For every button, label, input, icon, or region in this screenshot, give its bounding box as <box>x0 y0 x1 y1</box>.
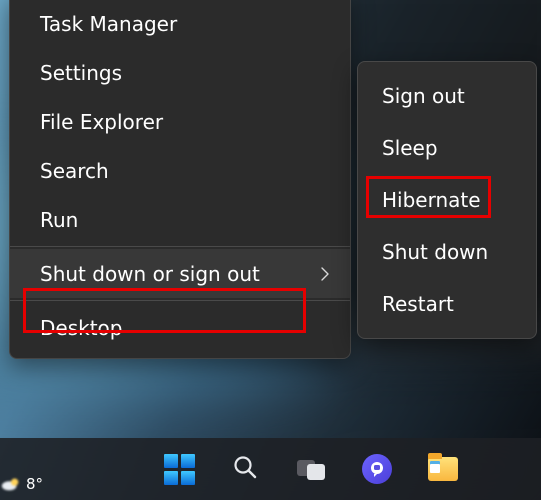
chat-icon <box>362 454 392 484</box>
submenu-item-shut-down[interactable]: Shut down <box>358 226 536 278</box>
menu-separator <box>10 246 350 247</box>
taskbar-search-button[interactable] <box>226 450 264 488</box>
menu-item-label: Restart <box>382 292 454 316</box>
menu-item-label: Search <box>40 159 109 183</box>
menu-item-label: Settings <box>40 61 122 85</box>
menu-item-settings[interactable]: Settings <box>10 48 350 97</box>
menu-item-label: Task Manager <box>40 12 177 36</box>
taskbar-weather[interactable]: 8° <box>0 475 43 493</box>
menu-item-run[interactable]: Run <box>10 195 350 244</box>
weather-icon <box>0 475 22 493</box>
chevron-right-icon <box>320 262 330 286</box>
start-button[interactable] <box>160 450 198 488</box>
menu-separator <box>10 300 350 301</box>
start-icon <box>164 454 195 485</box>
menu-item-label: Desktop <box>40 316 122 340</box>
menu-item-file-explorer[interactable]: File Explorer <box>10 97 350 146</box>
menu-item-label: Hibernate <box>382 188 481 212</box>
submenu-item-sign-out[interactable]: Sign out <box>358 70 536 122</box>
weather-temperature: 8° <box>26 475 43 493</box>
submenu-item-sleep[interactable]: Sleep <box>358 122 536 174</box>
search-icon <box>232 454 258 484</box>
menu-item-shutdown-signout[interactable]: Shut down or sign out <box>10 249 350 298</box>
menu-item-task-manager[interactable]: Task Manager <box>10 0 350 48</box>
file-explorer-icon <box>428 457 458 481</box>
menu-item-label: File Explorer <box>40 110 163 134</box>
menu-item-label: Sign out <box>382 84 465 108</box>
submenu-item-hibernate[interactable]: Hibernate <box>358 174 536 226</box>
winx-context-menu: Task Manager Settings File Explorer Sear… <box>9 0 351 359</box>
taskbar <box>0 438 541 500</box>
task-view-button[interactable] <box>292 450 330 488</box>
menu-item-label: Shut down or sign out <box>40 262 260 286</box>
task-view-icon <box>297 458 325 480</box>
chat-button[interactable] <box>358 450 396 488</box>
menu-item-label: Shut down <box>382 240 488 264</box>
menu-item-search[interactable]: Search <box>10 146 350 195</box>
power-submenu: Sign out Sleep Hibernate Shut down Resta… <box>357 61 537 339</box>
file-explorer-button[interactable] <box>424 450 462 488</box>
menu-item-desktop[interactable]: Desktop <box>10 303 350 352</box>
menu-item-label: Run <box>40 208 78 232</box>
submenu-item-restart[interactable]: Restart <box>358 278 536 330</box>
menu-item-label: Sleep <box>382 136 438 160</box>
